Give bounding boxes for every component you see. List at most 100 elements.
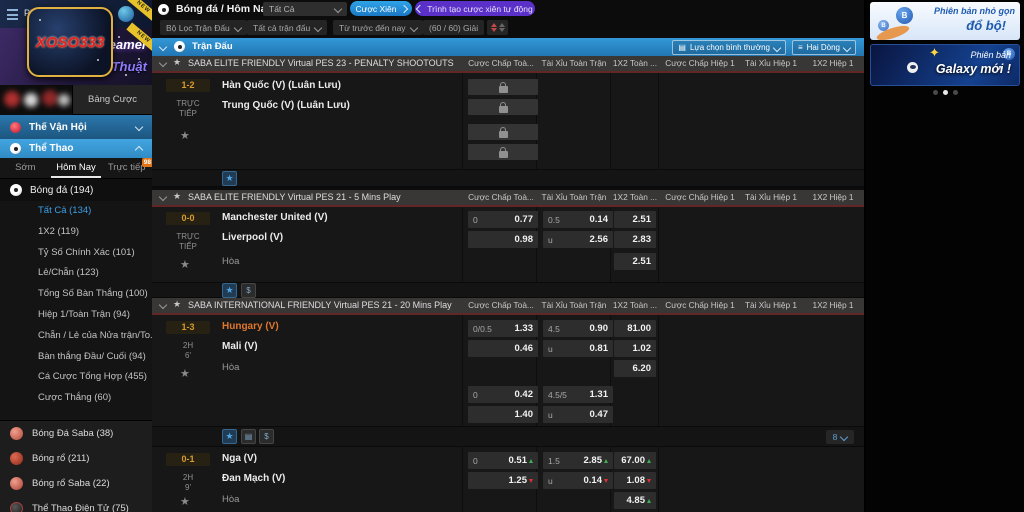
parlay-button[interactable]: Cược Xiên [350, 1, 412, 16]
odds-cell-1x2-draw[interactable]: 4.85 [614, 492, 656, 509]
odds-cell-1x2-home[interactable]: 2.51 [614, 211, 656, 228]
favorite-button[interactable]: ★ [222, 171, 237, 186]
league-star-icon[interactable]: ★ [173, 57, 181, 68]
all-matches-button[interactable]: Tất cả trận đấu [247, 20, 327, 35]
promo-banner-galaxy[interactable]: ✦ B Phiên bản Galaxy mới ! [870, 44, 1020, 86]
stats-button[interactable]: ▤ [241, 429, 256, 444]
odds-cell-ou2-under[interactable]: u 0.47 [543, 406, 613, 423]
odds-up-icon [647, 459, 651, 463]
odds-cell-hdp-away[interactable]: 0.46 [468, 340, 538, 357]
league-star-icon[interactable]: ★ [173, 191, 181, 202]
ou-line: 4.5/5 [548, 390, 567, 400]
favorite-star-icon[interactable]: ★ [180, 497, 190, 508]
xoso333-logo[interactable]: XOSO333 [27, 7, 113, 77]
odds-cell-ou-under[interactable]: u 0.14 [543, 472, 613, 489]
odds-cell-hdp-home[interactable]: 0 0.77 [468, 211, 538, 228]
league-count-button[interactable]: (60 / 60) Giải [423, 20, 484, 35]
menu-icon[interactable] [7, 9, 18, 20]
odds-cell-1x2-home[interactable]: 81.00 [614, 320, 656, 337]
collapse-icon[interactable] [159, 301, 167, 309]
line-mode-button[interactable]: ≡ Hai Dòng [792, 40, 856, 55]
odds-cell-ou2-over[interactable]: 4.5/5 1.31 [543, 386, 613, 403]
submenu-item-outright[interactable]: Cược Thắng (60) [0, 388, 152, 409]
auto-parlay-button[interactable]: Trình tạo cược xiên tự động [415, 1, 535, 16]
odds-cell-hdp-home[interactable]: 0 0.51 [468, 452, 538, 469]
locked-odds-cell [468, 144, 538, 160]
column-header-1x2-h1: 1X2 Hiệp 1 [808, 56, 858, 71]
submenu-item-first-last-goal[interactable]: Bàn thắng Đầu/ Cuối (94) [0, 347, 152, 368]
favorite-star-icon[interactable]: ★ [180, 131, 190, 142]
tab-early[interactable]: Sớm [0, 158, 51, 178]
match-filter-button[interactable]: Bộ Lọc Trận Đấu [160, 20, 247, 35]
league-star-icon[interactable]: ★ [173, 299, 181, 310]
odds-cell-1x2-away[interactable]: 1.02 [614, 340, 656, 357]
odds-cell-ou-over[interactable]: 1.5 2.85 [543, 452, 613, 469]
sidebar-item-esports[interactable]: Thể Thao Điện Tử (75) [0, 496, 152, 512]
odds-cell-1x2-home[interactable]: 67.00 [614, 452, 656, 469]
collapse-icon[interactable] [159, 59, 167, 67]
chevron-down-icon[interactable] [159, 43, 167, 51]
favorite-star-icon[interactable]: ★ [180, 260, 190, 271]
carousel-dot[interactable] [953, 90, 958, 95]
submenu-item-ht-ft[interactable]: Hiệp 1/Toàn Trận (94) [0, 305, 152, 326]
sort-button[interactable] [487, 20, 508, 35]
league-header-pes21-5min[interactable]: ★ SABA ELITE FRIENDLY Virtual PES 21 - 5… [152, 190, 864, 207]
sidebar-item-olympics[interactable]: Thế Vận Hội [0, 115, 152, 139]
all-matches-label: Tất cả trận đấu [253, 23, 310, 33]
chevron-down-icon [135, 123, 143, 131]
odds-cell-ou-under[interactable]: u 0.81 [543, 340, 613, 357]
tab-live[interactable]: Trực tiếp 98 [101, 158, 152, 178]
sidebar-item-sports[interactable]: Thể Thao [0, 139, 152, 158]
odds-cell-hdp-away[interactable]: 0.98 [468, 231, 538, 248]
club-logos-image[interactable] [0, 85, 72, 116]
carousel-dot-active[interactable] [943, 90, 948, 95]
odds-cell-ou-over[interactable]: 0.5 0.14 [543, 211, 613, 228]
submenu-item-correct-score[interactable]: Tỷ Số Chính Xác (101) [0, 243, 152, 264]
submenu-item-all[interactable]: Tất Cả (134) [0, 201, 152, 222]
odds-value: 1.25 [509, 475, 528, 486]
odds-cell-hdp-away[interactable]: 1.25 [468, 472, 538, 489]
league-header-pes23[interactable]: ★ SABA ELITE FRIENDLY Virtual PES 23 - P… [152, 56, 864, 73]
odds-cell-hdp2-away[interactable]: 1.40 [468, 406, 538, 423]
odds-cell-hdp2-home[interactable]: 0 0.42 [468, 386, 538, 403]
carousel-dot[interactable] [933, 90, 938, 95]
submenu-item-half-odd-even[interactable]: Chẵn / Lẻ của Nửa trận/To... (94) [0, 326, 152, 347]
bet-money-button[interactable]: $ [241, 283, 256, 298]
ou-line: u [548, 344, 553, 354]
promo-banner-mini-version[interactable]: B B Phiên bản nhỏ gọn đổ bộ! [870, 2, 1020, 40]
line-mode-label: Hai Dòng [807, 43, 840, 52]
sidebar-item-saba-soccer[interactable]: Bóng Đá Saba (38) [0, 421, 152, 446]
submenu-item-odd-even[interactable]: Lẻ/Chẵn (123) [0, 263, 152, 284]
submenu-item-mix-parlay[interactable]: Cá Cược Tổng Hợp (455) [0, 367, 152, 388]
bang-cuoc-button[interactable]: Bảng Cược [72, 85, 152, 115]
more-markets-dropdown[interactable]: 8 [826, 430, 854, 444]
league-header-pes21-20min[interactable]: ★ SABA INTERNATIONAL FRIENDLY Virtual PE… [152, 298, 864, 315]
soccer-ball-icon [10, 184, 22, 196]
favorite-star-icon[interactable]: ★ [180, 369, 190, 380]
market-filter-dropdown[interactable]: Tất Cả [263, 2, 347, 16]
time-range-button[interactable]: Từ trước đến nay [333, 20, 423, 35]
score-badge: 0-1 [166, 453, 210, 466]
bet-money-button[interactable]: $ [259, 429, 274, 444]
odds-cell-ou-over[interactable]: 4.5 0.90 [543, 320, 613, 337]
odds-cell-1x2-draw[interactable]: 2.51 [614, 253, 656, 270]
ou-line: 1.5 [548, 456, 560, 466]
odds-cell-ou-under[interactable]: u 2.56 [543, 231, 613, 248]
submenu-item-1x2[interactable]: 1X2 (119) [0, 222, 152, 243]
odds-cell-hdp-home[interactable]: 0/0.5 1.33 [468, 320, 538, 337]
odds-cell-1x2-away[interactable]: 2.83 [614, 231, 656, 248]
sidebar-item-football[interactable]: Bóng đá (194) [0, 179, 152, 201]
odds-value: 2.51 [633, 214, 652, 225]
favorite-button[interactable]: ★ [222, 429, 237, 444]
submenu-item-total-goals[interactable]: Tổng Số Bàn Thắng (100) [0, 284, 152, 305]
odds-cell-1x2-draw[interactable]: 6.20 [614, 360, 656, 377]
odds-cell-1x2-away[interactable]: 1.08 [614, 472, 656, 489]
view-mode-button[interactable]: ▤ Lựa chọn bình thường [672, 40, 786, 55]
tab-today[interactable]: Hôm Nay [51, 158, 102, 178]
sidebar-item-saba-basketball[interactable]: Bóng rổ Saba (22) [0, 471, 152, 496]
match-filter-label: Bộ Lọc Trận Đấu [166, 23, 230, 33]
column-header-ou-ft: Tài Xỉu Toàn Trận [538, 298, 610, 313]
collapse-icon[interactable] [159, 193, 167, 201]
sidebar-item-basketball[interactable]: Bóng rổ (211) [0, 446, 152, 471]
favorite-button[interactable]: ★ [222, 283, 237, 298]
